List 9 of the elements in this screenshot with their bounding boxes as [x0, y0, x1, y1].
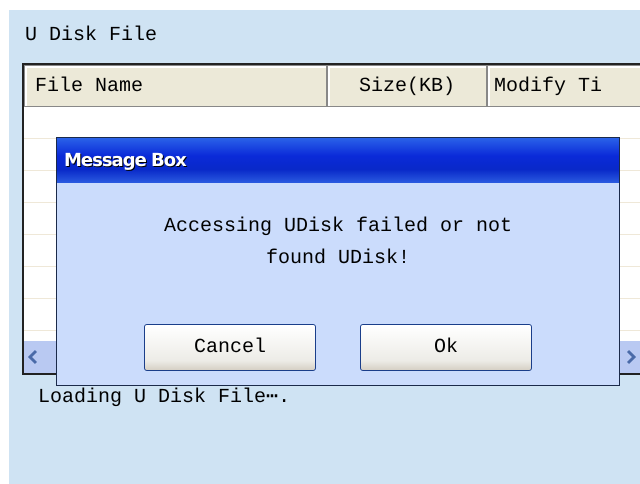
panel-title: U Disk File — [24, 23, 158, 49]
dialog-title: Message Box — [64, 150, 186, 171]
message-text: Accessing UDisk failed or not found UDisk! — [162, 214, 514, 272]
column-header[interactable]: Size(KB) — [327, 65, 487, 107]
column-header[interactable]: Modify Ti — [487, 65, 640, 107]
ok-button[interactable]: Ok — [360, 324, 532, 371]
status-text: Loading U Disk File⋯. — [38, 385, 292, 409]
cancel-button[interactable]: Cancel — [144, 324, 316, 371]
column-header[interactable]: File Name — [24, 65, 327, 107]
